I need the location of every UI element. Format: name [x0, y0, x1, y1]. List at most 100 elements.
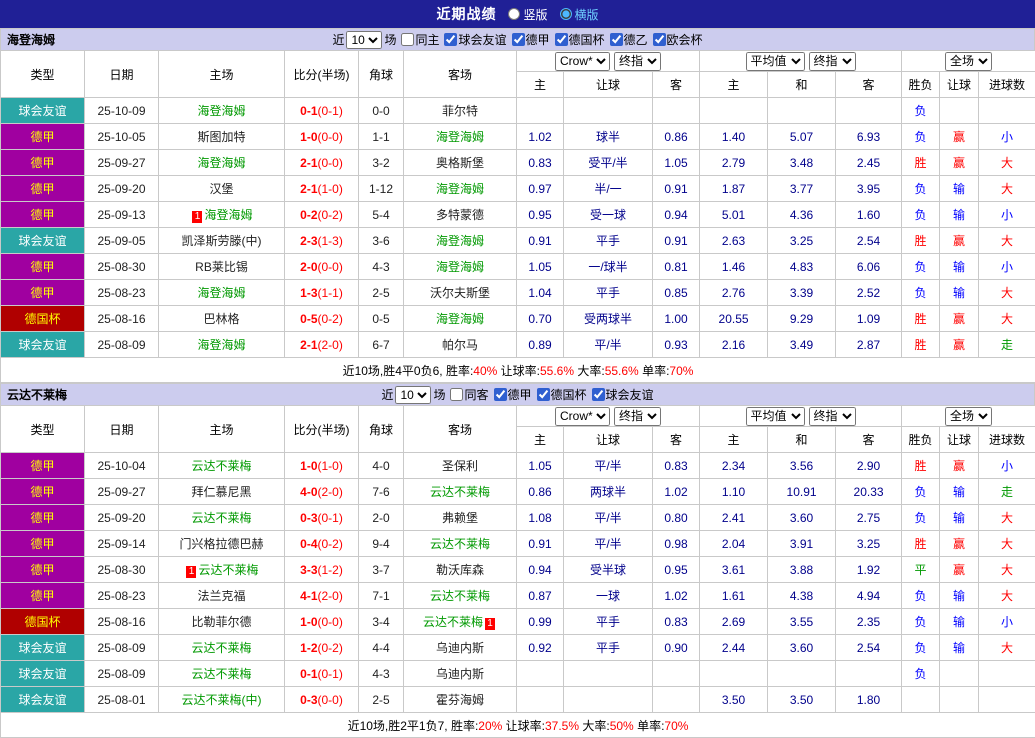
layout-option-horizontal[interactable]: 横版 [560, 6, 599, 23]
home-team-name[interactable]: 云达不莱梅 [191, 641, 251, 655]
home-team-name[interactable]: 巴林格 [203, 312, 239, 326]
away-team-name[interactable]: 海登海姆 [436, 260, 484, 274]
away-team-name[interactable]: 乌迪内斯 [436, 641, 484, 655]
horizontal-radio[interactable] [560, 8, 572, 20]
asia-final-select[interactable]: 终指 [614, 52, 661, 71]
away-team-name[interactable]: 海登海姆 [436, 182, 484, 196]
same-venue-filter[interactable]: 同客 [445, 386, 488, 403]
asia-final-select[interactable]: 终指 [614, 407, 661, 426]
home-team-name[interactable]: 门兴格拉德巴赫 [179, 537, 263, 551]
away-team-name[interactable]: 乌迪内斯 [436, 667, 484, 681]
away-team-name[interactable]: 云达不莱梅 [423, 615, 483, 629]
away-team-name[interactable]: 沃尔夫斯堡 [430, 286, 490, 300]
home-team-name[interactable]: 凯泽斯劳滕(中) [182, 234, 262, 248]
league-filter[interactable]: 球会友谊 [439, 31, 506, 48]
away-team-name[interactable]: 霍芬海姆 [436, 693, 484, 707]
match-date: 25-08-16 [85, 609, 159, 635]
recent-results-page: 近期战绩 竖版 横版 海登海姆近10场同主球会友谊德甲德国杯德乙欧会杯类型日期主… [0, 0, 1035, 738]
home-team-name[interactable]: 法兰克福 [197, 589, 245, 603]
vertical-radio[interactable] [508, 8, 520, 20]
match-type: 球会友谊 [1, 98, 85, 124]
result-handicap: 输 [940, 202, 979, 228]
league-filter[interactable]: 德乙 [605, 31, 648, 48]
away-team-name[interactable]: 帕尔马 [442, 338, 478, 352]
match-count-select[interactable]: 10 [395, 386, 431, 404]
asia-odds-0 [517, 687, 564, 713]
result-wdl: 胜 [902, 332, 940, 358]
away-team-name[interactable]: 海登海姆 [436, 130, 484, 144]
euro-average-select[interactable]: 平均值 [746, 52, 805, 71]
home-team-name[interactable]: 云达不莱梅 [191, 667, 251, 681]
league-filter-checkbox[interactable] [537, 388, 550, 401]
result-handicap: 输 [940, 176, 979, 202]
away-team-name[interactable]: 弗赖堡 [442, 511, 478, 525]
league-filter-checkbox[interactable] [653, 33, 666, 46]
home-team-name[interactable]: 云达不莱梅 [191, 511, 251, 525]
away-team-name[interactable]: 圣保利 [442, 459, 478, 473]
match-type: 德甲 [1, 557, 85, 583]
league-filter[interactable]: 球会友谊 [587, 386, 654, 403]
home-team-name[interactable]: 汉堡 [209, 182, 233, 196]
away-team-name[interactable]: 云达不莱梅 [430, 537, 490, 551]
euro-odds-2: 1.09 [836, 306, 902, 332]
scope-select[interactable]: 全场 [945, 407, 992, 426]
euro-odds-1: 4.38 [768, 583, 836, 609]
league-filter-checkbox[interactable] [512, 33, 525, 46]
league-filter-checkbox[interactable] [592, 388, 605, 401]
home-team-name[interactable]: 云达不莱梅 [198, 563, 258, 577]
same-venue-filter-checkbox[interactable] [401, 33, 414, 46]
page-title: 近期战绩 [436, 4, 496, 24]
league-filter[interactable]: 德国杯 [532, 386, 587, 403]
league-filter[interactable]: 欧会杯 [648, 31, 703, 48]
league-filter-label: 球会友谊 [458, 31, 506, 48]
horizontal-radio-label: 横版 [575, 6, 599, 23]
col-header-result-0: 胜负 [902, 72, 940, 98]
same-venue-filter-checkbox[interactable] [450, 388, 463, 401]
league-filter-checkbox[interactable] [610, 33, 623, 46]
away-team-name[interactable]: 奥格斯堡 [436, 156, 484, 170]
bookmaker-select[interactable]: Crow* [555, 407, 610, 426]
layout-option-vertical[interactable]: 竖版 [508, 6, 547, 23]
home-team-name[interactable]: 比勒菲尔德 [191, 615, 251, 629]
same-venue-filter[interactable]: 同主 [396, 31, 439, 48]
result-wdl: 负 [902, 635, 940, 661]
home-team-name[interactable]: 海登海姆 [197, 286, 245, 300]
away-team-name[interactable]: 云达不莱梅 [430, 589, 490, 603]
home-team-name[interactable]: 海登海姆 [197, 156, 245, 170]
euro-odds-2: 3.25 [836, 531, 902, 557]
corner-score: 3-4 [359, 609, 404, 635]
match-type: 球会友谊 [1, 332, 85, 358]
scope-select[interactable]: 全场 [945, 52, 992, 71]
bookmaker-select[interactable]: Crow* [555, 52, 610, 71]
euro-final-select[interactable]: 终指 [809, 407, 856, 426]
away-team-name[interactable]: 菲尔特 [442, 104, 478, 118]
home-team-name[interactable]: 斯图加特 [197, 130, 245, 144]
away-team-name[interactable]: 云达不莱梅 [430, 485, 490, 499]
home-team-name[interactable]: RB莱比锡 [195, 260, 248, 274]
league-filter[interactable]: 德国杯 [550, 31, 605, 48]
match-count-select[interactable]: 10 [346, 31, 382, 49]
home-team-name[interactable]: 云达不莱梅(中) [182, 693, 262, 707]
league-filter-checkbox[interactable] [494, 388, 507, 401]
col-header-euro-1: 和 [768, 427, 836, 453]
league-filter-checkbox[interactable] [555, 33, 568, 46]
home-team-cell: 海登海姆 [159, 150, 285, 176]
match-date: 25-08-09 [85, 332, 159, 358]
euro-final-select[interactable]: 终指 [809, 52, 856, 71]
league-filter-checkbox[interactable] [444, 33, 457, 46]
home-team-name[interactable]: 海登海姆 [204, 208, 252, 222]
home-team-name[interactable]: 海登海姆 [197, 104, 245, 118]
away-team-name[interactable]: 海登海姆 [436, 312, 484, 326]
league-filter[interactable]: 德甲 [489, 386, 532, 403]
euro-odds-0 [700, 98, 768, 124]
home-team-name[interactable]: 云达不莱梅 [191, 459, 251, 473]
home-team-name[interactable]: 拜仁慕尼黑 [191, 485, 251, 499]
summary-segment: 20% [478, 719, 502, 733]
asia-odds-2: 0.83 [653, 453, 700, 479]
league-filter[interactable]: 德甲 [507, 31, 550, 48]
away-team-name[interactable]: 海登海姆 [436, 234, 484, 248]
away-team-name[interactable]: 多特蒙德 [436, 208, 484, 222]
euro-average-select[interactable]: 平均值 [746, 407, 805, 426]
home-team-name[interactable]: 海登海姆 [197, 338, 245, 352]
away-team-name[interactable]: 勒沃库森 [436, 563, 484, 577]
